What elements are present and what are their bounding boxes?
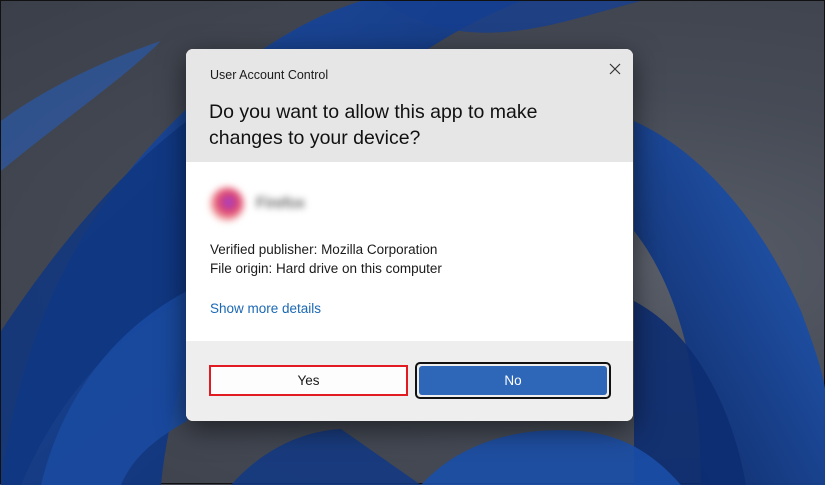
uac-dialog: User Account Control Do you want to allo… <box>186 49 633 421</box>
dialog-title: User Account Control <box>210 68 329 82</box>
yes-button[interactable]: Yes <box>209 365 408 396</box>
close-icon <box>609 63 621 75</box>
app-name: Firefox <box>256 195 305 212</box>
app-icon <box>210 187 244 221</box>
dialog-footer: Yes No <box>186 341 633 421</box>
show-more-details-link[interactable]: Show more details <box>210 301 321 316</box>
file-origin-text: File origin: Hard drive on this computer <box>210 261 442 276</box>
publisher-text: Verified publisher: Mozilla Corporation <box>210 242 438 257</box>
no-button[interactable]: No <box>419 366 607 395</box>
close-button[interactable] <box>604 58 626 80</box>
dialog-question: Do you want to allow this app to make ch… <box>209 101 538 149</box>
dialog-header: User Account Control Do you want to allo… <box>186 49 633 162</box>
